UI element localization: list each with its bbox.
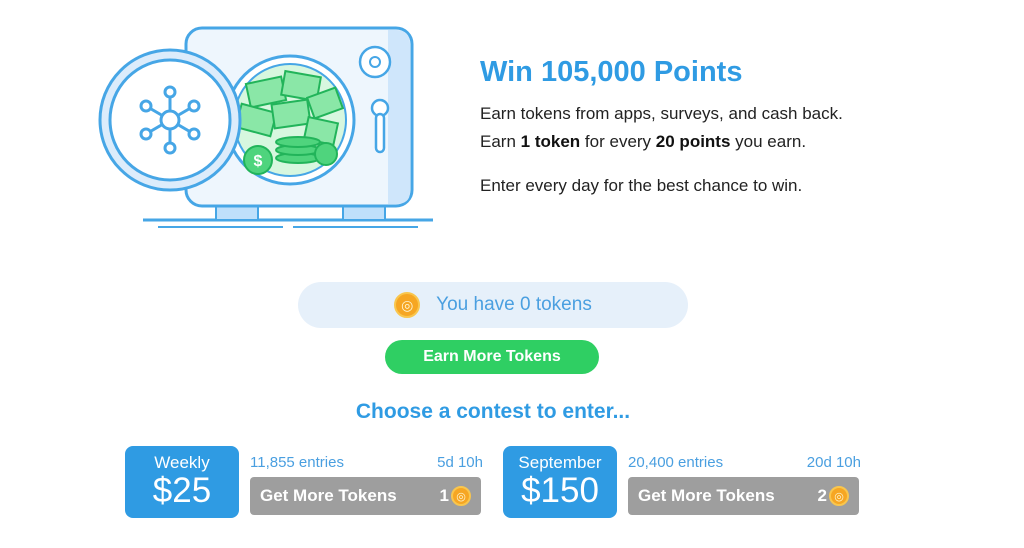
token-rate-pre: Earn xyxy=(480,132,516,151)
contest-prize: $25 xyxy=(152,471,212,510)
contest-card-weekly: Weekly $25 11,855 entries 5d 10h Get Mor… xyxy=(125,446,483,520)
vault-illustration: $ xyxy=(98,26,433,228)
token-rate-tokens: 1 token xyxy=(520,132,581,151)
get-more-tokens-button[interactable]: Get More Tokens 2 ◎ xyxy=(628,477,859,515)
contest-period: Weekly xyxy=(154,453,210,472)
hero-description: Earn tokens from apps, surveys, and cash… xyxy=(480,104,843,123)
earn-more-tokens-button[interactable]: Earn More Tokens xyxy=(385,340,599,374)
svg-text:$: $ xyxy=(254,153,263,170)
token-rate-post: you earn. xyxy=(735,132,807,151)
get-more-tokens-button[interactable]: Get More Tokens 1 ◎ xyxy=(250,477,481,515)
entry-cost: 1 ◎ xyxy=(440,486,471,506)
get-more-tokens-label: Get More Tokens xyxy=(260,486,397,505)
contest-meta: 11,855 entries 5d 10h xyxy=(250,454,483,471)
token-rate-mid: for every xyxy=(584,132,652,151)
contest-period: September xyxy=(518,453,602,472)
time-remaining: 5d 10h xyxy=(437,454,483,471)
entry-cost: 2 ◎ xyxy=(818,486,849,506)
contest-meta: 20,400 entries 20d 10h xyxy=(628,454,861,471)
time-remaining: 20d 10h xyxy=(806,454,861,471)
get-more-tokens-label: Get More Tokens xyxy=(638,486,775,505)
contest-card-september: September $150 20,400 entries 20d 10h Ge… xyxy=(503,446,861,520)
token-coin-icon: ◎ xyxy=(829,486,849,506)
token-balance-text: You have 0 tokens xyxy=(436,294,592,315)
prize-badge: September $150 xyxy=(503,446,617,518)
entries-count: 20,400 entries xyxy=(628,454,724,471)
entry-cost-value: 1 xyxy=(439,486,449,505)
token-coin-icon: ◎ xyxy=(451,486,471,506)
token-coin-icon: ◎ xyxy=(394,292,421,318)
entry-cost-value: 2 xyxy=(817,486,827,505)
entries-count: 11,855 entries xyxy=(250,454,344,471)
contest-heading: Choose a contest to enter... xyxy=(355,400,631,423)
token-rate-points: 20 points xyxy=(655,132,731,151)
contest-title: Win 105,000 Points xyxy=(480,56,743,88)
contest-prize: $150 xyxy=(521,471,599,510)
prize-badge: Weekly $25 xyxy=(125,446,239,518)
token-balance-pill: ◎ You have 0 tokens xyxy=(298,282,688,328)
daily-entry-tip: Enter every day for the best chance to w… xyxy=(480,176,803,195)
token-rate-text: Earn 1 token for every 20 points you ear… xyxy=(480,132,806,152)
